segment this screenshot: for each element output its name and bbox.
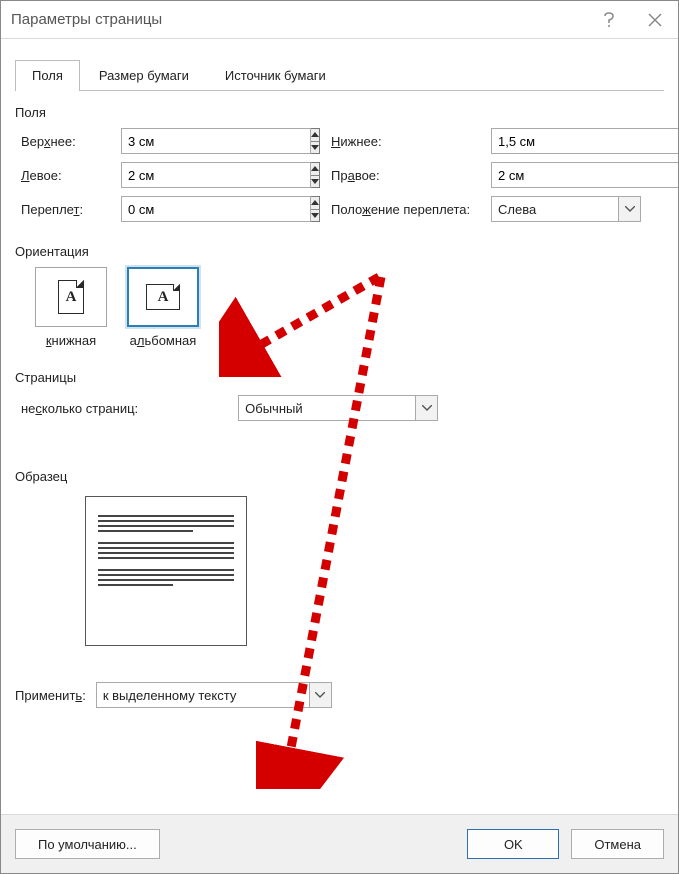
label-right: Правое: <box>331 168 491 183</box>
spinner-top[interactable] <box>121 128 271 154</box>
section-pages-title: Страницы <box>15 370 664 385</box>
spinner-right[interactable] <box>491 162 641 188</box>
input-left[interactable] <box>121 162 311 188</box>
select-gutter-position[interactable]: Слева <box>491 196 641 222</box>
window-title: Параметры страницы <box>11 11 586 28</box>
select-multiple-pages[interactable]: Обычный <box>238 395 438 421</box>
section-preview-title: Образец <box>15 469 664 484</box>
input-top[interactable] <box>121 128 311 154</box>
label-bottom: Нижнее: <box>331 134 491 149</box>
label-multiple-pages: несколько страниц: <box>21 401 138 416</box>
input-gutter[interactable] <box>121 196 311 222</box>
close-button[interactable] <box>632 1 678 39</box>
page-setup-dialog: Параметры страницы Поля Размер бумаги Ис… <box>0 0 679 874</box>
spinner-left-buttons[interactable] <box>311 162 320 188</box>
section-orientation-title: Ориентация <box>15 244 664 259</box>
preview-page-icon <box>85 496 247 646</box>
margins-grid: Верхнее: Нижнее: Левое: Правое: <box>21 128 664 222</box>
label-gutter: Переплет: <box>21 202 121 217</box>
arrow-down-icon[interactable] <box>311 176 319 188</box>
orientation-landscape-label: альбомная <box>130 333 197 348</box>
cancel-button[interactable]: Отмена <box>571 829 664 859</box>
help-button[interactable] <box>586 1 632 39</box>
tab-paper-source[interactable]: Источник бумаги <box>208 60 343 91</box>
arrow-up-icon[interactable] <box>311 197 319 210</box>
chevron-down-icon[interactable] <box>618 197 640 221</box>
portrait-page-icon: A <box>58 280 84 314</box>
select-apply-to[interactable]: к выделенному тексту <box>96 682 332 708</box>
section-margins-title: Поля <box>15 105 664 120</box>
spinner-gutter-buttons[interactable] <box>311 196 320 222</box>
titlebar: Параметры страницы <box>1 1 678 39</box>
spinner-bottom[interactable] <box>491 128 641 154</box>
arrow-down-icon[interactable] <box>311 210 319 222</box>
chevron-down-icon[interactable] <box>415 396 437 420</box>
arrow-up-icon[interactable] <box>311 163 319 176</box>
orientation-portrait-label: книжная <box>46 333 96 348</box>
dialog-footer: По умолчанию... OK Отмена <box>1 814 678 873</box>
spinner-gutter[interactable] <box>121 196 271 222</box>
tab-paper-size[interactable]: Размер бумаги <box>82 60 206 91</box>
landscape-page-icon: A <box>146 284 180 310</box>
orientation-landscape[interactable]: A альбомная <box>127 267 199 348</box>
spinner-left[interactable] <box>121 162 271 188</box>
ok-button[interactable]: OK <box>467 829 559 859</box>
orientation-portrait[interactable]: A книжная <box>35 267 107 348</box>
apply-row: Применить: к выделенному тексту <box>15 682 664 708</box>
label-top: Верхнее: <box>21 134 121 149</box>
arrow-down-icon[interactable] <box>311 142 319 154</box>
tab-margins[interactable]: Поля <box>15 60 80 91</box>
orientation-row: A книжная A альбомная <box>35 267 664 348</box>
label-left: Левое: <box>21 168 121 183</box>
arrow-up-icon[interactable] <box>311 129 319 142</box>
input-bottom[interactable] <box>491 128 678 154</box>
chevron-down-icon[interactable] <box>309 683 331 707</box>
spinner-top-buttons[interactable] <box>311 128 320 154</box>
label-apply-to: Применить: <box>15 688 86 703</box>
dialog-content: Поля Размер бумаги Источник бумаги Поля … <box>1 39 678 814</box>
label-gutter-position: Положение переплета: <box>331 202 491 217</box>
default-button[interactable]: По умолчанию... <box>15 829 160 859</box>
tabbar: Поля Размер бумаги Источник бумаги <box>15 59 664 91</box>
input-right[interactable] <box>491 162 678 188</box>
